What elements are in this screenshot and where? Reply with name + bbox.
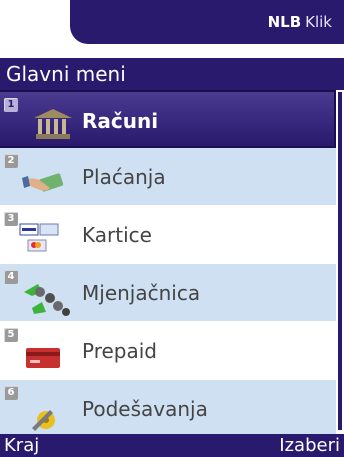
menu-item-label: Podešavanja xyxy=(82,397,208,421)
brand-tab: NLB Klik xyxy=(70,0,344,44)
menu-item-podesavanja[interactable]: 6 Podešavanja xyxy=(0,380,336,438)
payment-hand-icon xyxy=(22,173,64,192)
softkey-left-button[interactable]: Kraj xyxy=(4,435,39,456)
brand-bold: NLB xyxy=(267,13,302,31)
menu-item-label: Kartice xyxy=(82,223,152,247)
item-number: 2 xyxy=(4,154,18,168)
prepaid-card-icon xyxy=(26,348,60,368)
settings-tools-icon xyxy=(32,410,55,431)
scrollbar-thumb[interactable] xyxy=(338,92,342,430)
menu-item-kartice[interactable]: 3 Kartice xyxy=(0,206,336,264)
item-number: 5 xyxy=(4,328,18,342)
page-title: Glavni meni xyxy=(0,58,344,90)
menu-item-mjenjacnica[interactable]: 4 Mjenjačnica xyxy=(0,264,336,322)
bank-icon xyxy=(34,109,72,139)
item-number: 3 xyxy=(4,212,18,226)
main-menu: 1 Računi 2 Plaćanja 3 Kartice 4 Mjenjačn… xyxy=(0,90,336,438)
menu-item-label: Plaćanja xyxy=(82,165,166,189)
cards-icon xyxy=(19,223,59,252)
menu-item-racuni[interactable]: 1 Računi xyxy=(0,90,336,148)
item-number: 1 xyxy=(4,98,18,112)
menu-item-prepaid[interactable]: 5 Prepaid xyxy=(0,322,336,380)
softkey-right-button[interactable]: Izaberi xyxy=(279,435,340,456)
softkey-bar: Kraj Izaberi xyxy=(0,434,344,457)
brand-light: Klik xyxy=(305,13,332,31)
menu-item-placanja[interactable]: 2 Plaćanja xyxy=(0,148,336,206)
menu-item-label: Mjenjačnica xyxy=(82,281,201,305)
menu-item-label: Prepaid xyxy=(82,339,157,363)
item-number: 4 xyxy=(4,270,18,284)
menu-item-label: Računi xyxy=(82,109,159,133)
exchange-coins-icon xyxy=(24,284,70,316)
item-number: 6 xyxy=(4,386,18,400)
top-bar: NLB Klik xyxy=(0,0,344,64)
